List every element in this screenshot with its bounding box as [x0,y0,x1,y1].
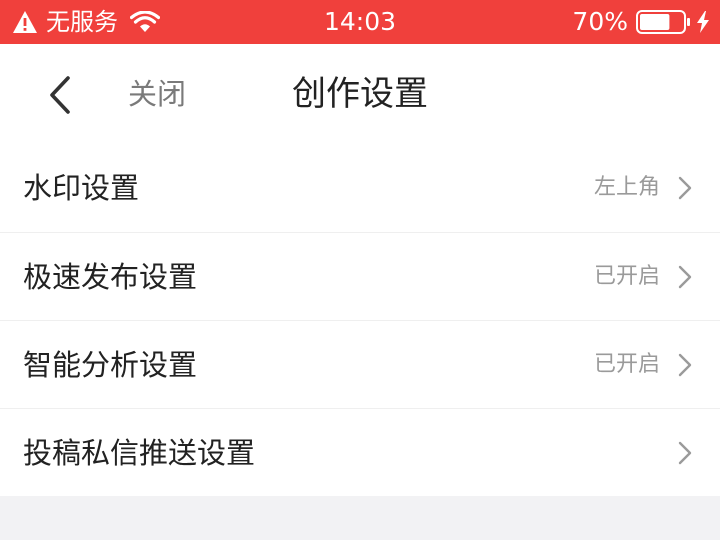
setting-value: 左上角 [593,175,660,200]
battery-icon [636,10,690,34]
page-title: 创作设置 [292,74,428,114]
setting-label: 智能分析设置 [23,348,198,382]
chevron-right-icon [676,352,694,378]
navigation-bar: 关闭 创作设置 [0,44,720,144]
battery-percent: 70% [572,7,628,36]
battery-level-fill [640,14,670,30]
chevron-right-icon [676,175,694,201]
chevron-right-icon [676,264,694,290]
setting-row-smart-analysis[interactable]: 智能分析设置 已开启 [0,320,720,408]
chevron-right-icon [676,440,694,466]
status-bar: 无服务 14:03 70% [0,0,720,44]
setting-value: 已开启 [593,352,660,377]
setting-row-fast-publish[interactable]: 极速发布设置 已开启 [0,232,720,320]
setting-label: 水印设置 [23,171,140,205]
setting-label: 极速发布设置 [23,260,198,294]
setting-value: 已开启 [593,264,660,289]
status-bar-right: 70% [572,0,710,44]
setting-row-message-push[interactable]: 投稿私信推送设置 [0,408,720,496]
setting-row-watermark[interactable]: 水印设置 左上角 [0,144,720,232]
settings-list: 水印设置 左上角 极速发布设置 已开启 智能分析设置 已开启 投稿私信推送设置 [0,144,720,496]
setting-label: 投稿私信推送设置 [23,436,256,470]
charging-bolt-icon [697,11,709,33]
